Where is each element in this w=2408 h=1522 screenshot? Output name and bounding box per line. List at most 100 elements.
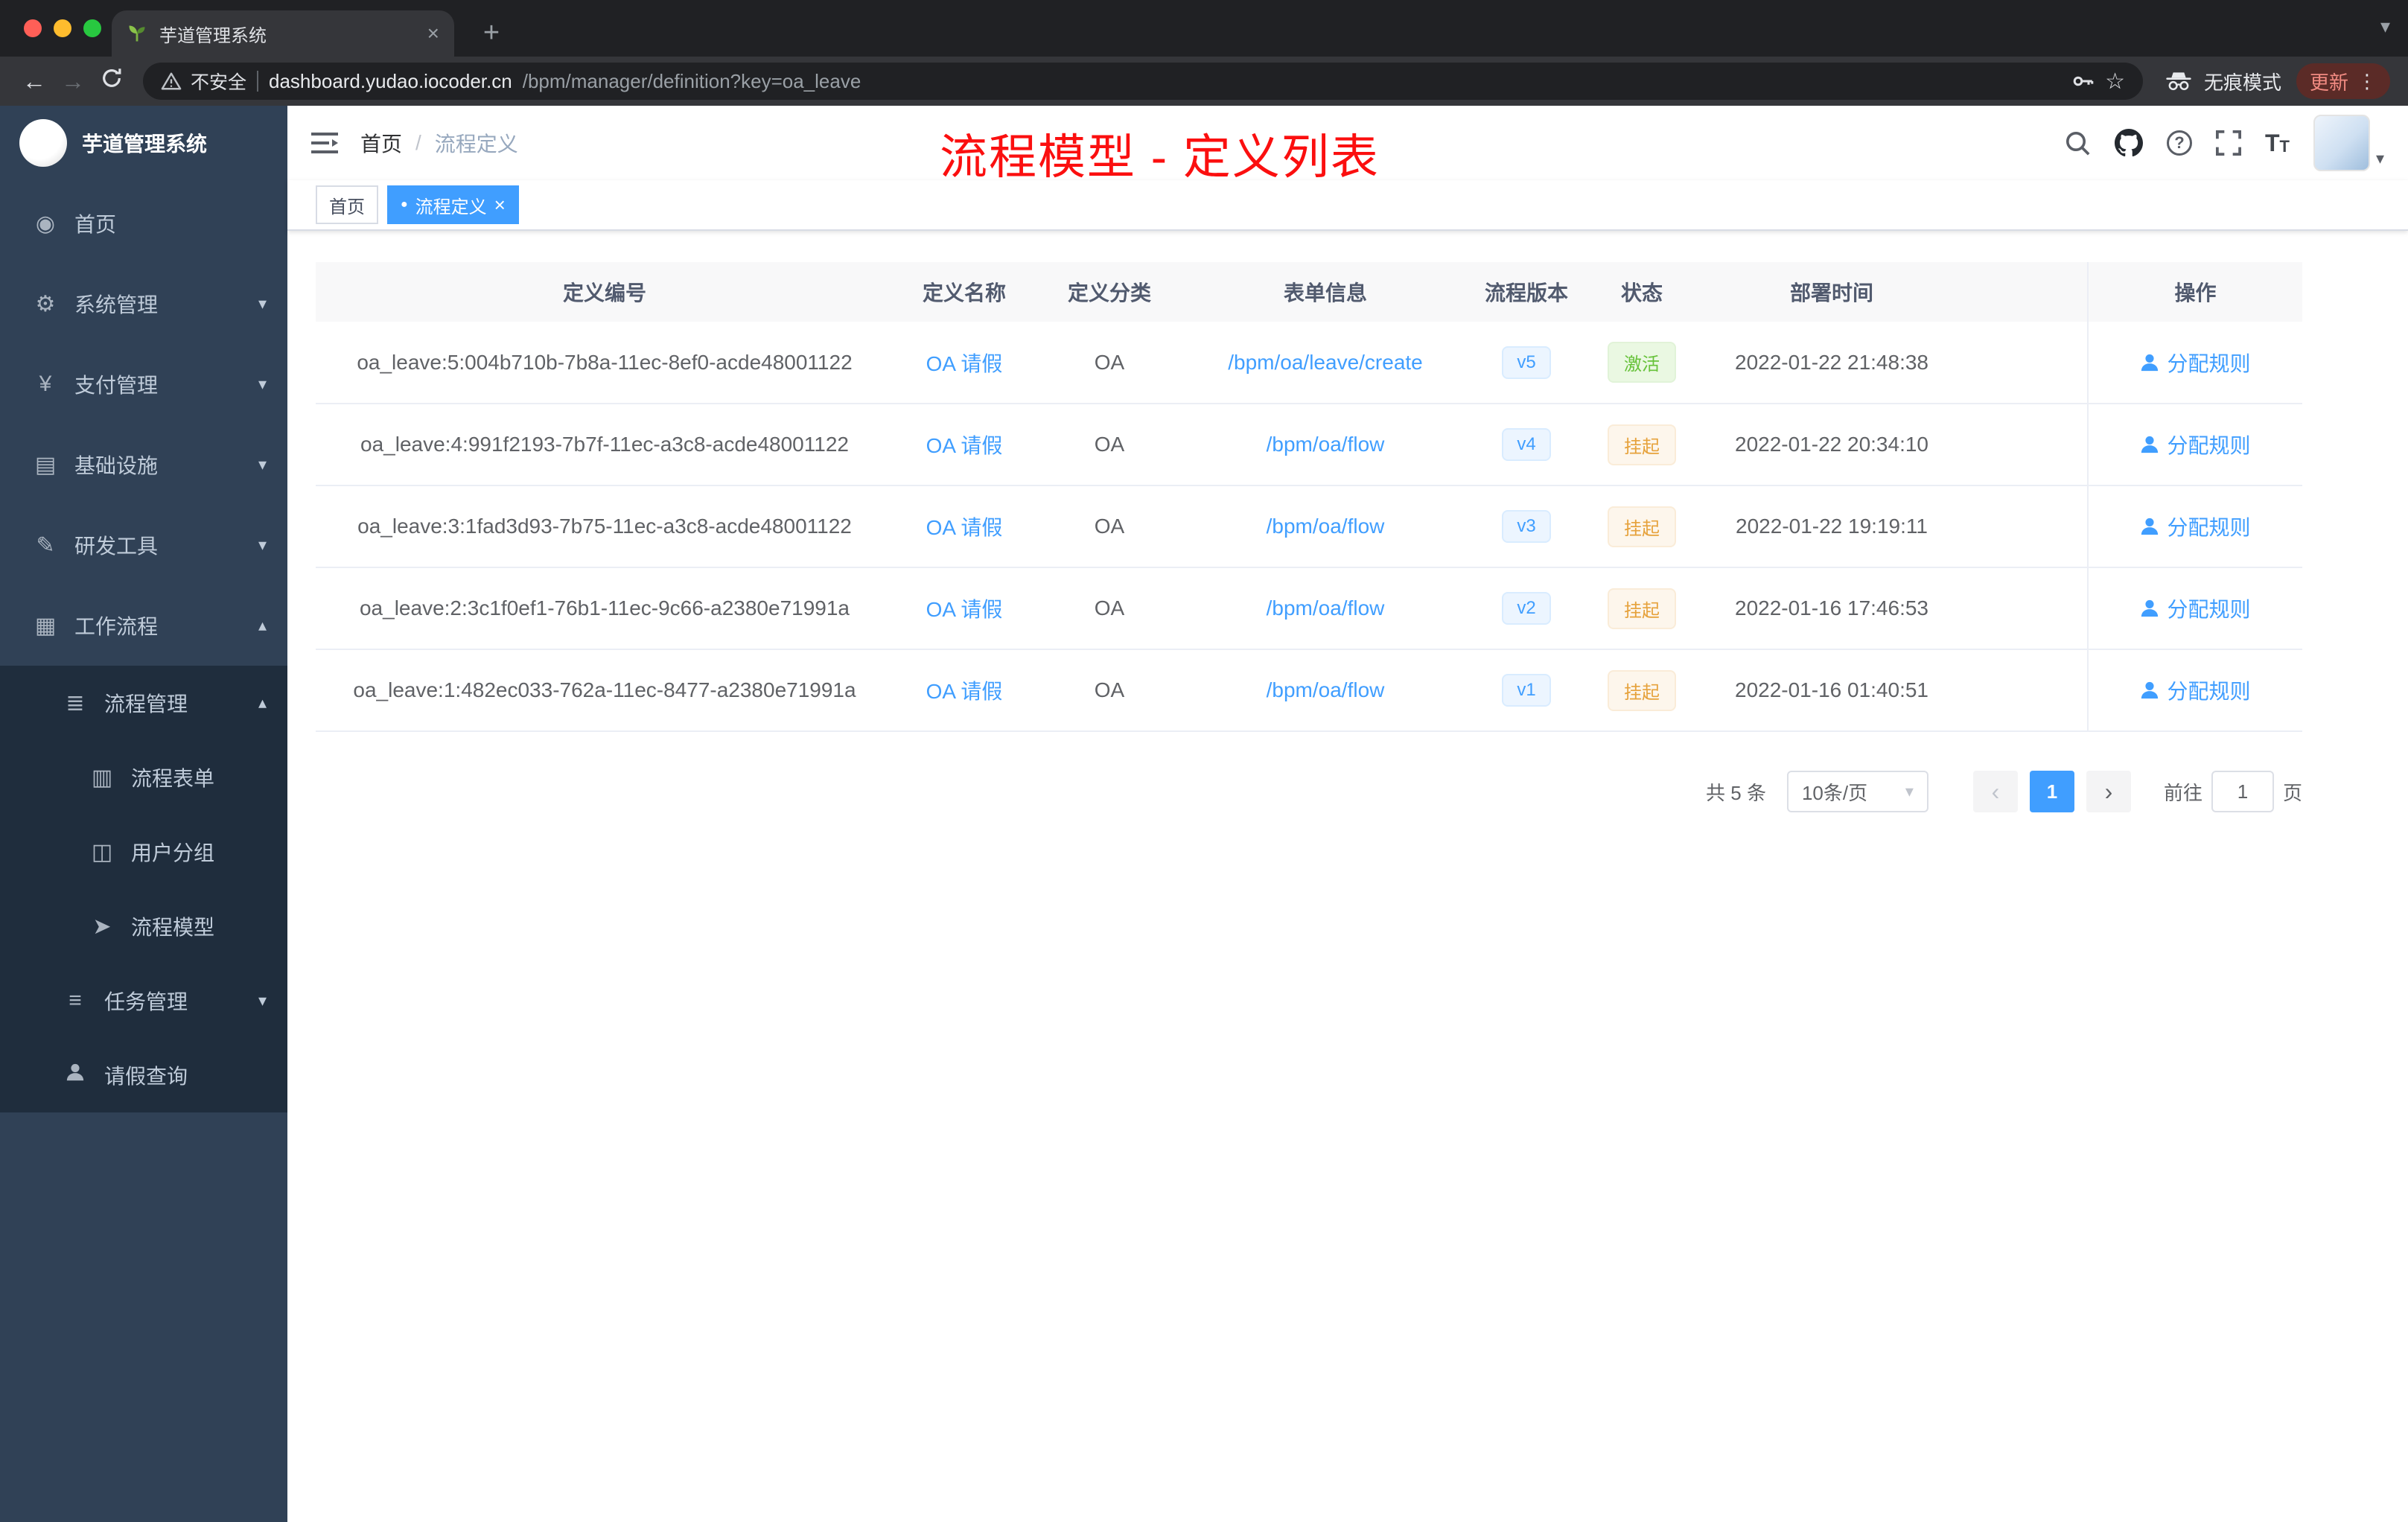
chevron-down-icon: ▾ [2375, 149, 2384, 168]
definition-name-link[interactable]: OA 请假 [926, 434, 1003, 457]
form-link[interactable]: /bpm/oa/flow [1267, 433, 1385, 456]
chevron-down-icon: ▾ [1905, 782, 1914, 800]
assign-rule-link[interactable]: 分配规则 [2140, 593, 2251, 623]
table-row: oa_leave:5:004b710b-7b8a-11ec-8ef0-acde4… [316, 322, 2302, 404]
page-annotation: 流程模型 - 定义列表 [940, 130, 1380, 184]
status-badge: 挂起 [1608, 424, 1676, 465]
chevron-down-icon: ▾ [258, 535, 267, 554]
spacer-cell [1966, 485, 2088, 568]
back-button[interactable]: ← [15, 68, 54, 95]
next-page-button[interactable]: › [2086, 771, 2131, 812]
dev-tools-icon: ✎ [36, 532, 55, 558]
goto-page-input[interactable] [2211, 771, 2274, 812]
definition-category: OA [1035, 404, 1184, 486]
url-domain: dashboard.yudao.iocoder.cn [269, 69, 512, 92]
definition-name-link[interactable]: OA 请假 [926, 680, 1003, 703]
breadcrumb-separator: / [415, 131, 421, 154]
reload-button[interactable] [92, 67, 131, 95]
definition-name-link[interactable]: OA 请假 [926, 598, 1003, 621]
tab-search-caret-icon[interactable]: ▾ [2380, 15, 2390, 38]
form-link[interactable]: /bpm/oa/flow [1267, 515, 1385, 538]
form-link[interactable]: /bpm/oa/leave/create [1228, 351, 1423, 374]
dashboard-icon: ◉ [35, 211, 56, 236]
version-badge: v5 [1502, 346, 1551, 379]
form-link[interactable]: /bpm/oa/flow [1267, 678, 1385, 701]
sidebar-item-user-group[interactable]: ◫ 用户分组 [0, 815, 287, 889]
close-window-button[interactable] [24, 19, 42, 37]
sidebar-toggle-button[interactable] [311, 132, 338, 154]
tag-process-definition[interactable]: ● 流程定义 × [387, 185, 519, 224]
app-title: 芋道管理系统 [82, 133, 208, 156]
sidebar-logo[interactable]: 芋道管理系统 [0, 106, 287, 180]
incognito-badge: 无痕模式 [2164, 68, 2281, 95]
deploy-time: 2022-01-22 20:34:10 [1698, 404, 1966, 486]
assign-rule-link[interactable]: 分配规则 [2140, 430, 2251, 459]
definition-name-link[interactable]: OA 请假 [926, 516, 1003, 539]
assign-rule-link[interactable]: 分配规则 [2140, 512, 2251, 541]
incognito-icon [2166, 72, 2191, 91]
sidebar-item-payment-management[interactable]: ¥ 支付管理 ▾ [0, 344, 287, 424]
browser-update-menu-button[interactable]: 更新 ⋮ [2296, 63, 2390, 99]
definition-category: OA [1035, 485, 1184, 568]
url-path: /bpm/manager/definition?key=oa_leave [522, 69, 861, 92]
tag-close-icon[interactable]: × [494, 195, 506, 214]
tab-title: 芋道管理系统 [159, 25, 267, 46]
breadcrumb-home-link[interactable]: 首页 [360, 128, 402, 158]
sidebar-menu: ◉ 首页 ⚙ 系统管理 ▾ ¥ 支付管理 ▾ ▤ 基础设施 ▾ ✎ 研发工具 ▾ [0, 180, 287, 1112]
spacer-cell [1966, 649, 2088, 732]
definition-id: oa_leave:2:3c1f0ef1-76b1-11ec-9c66-a2380… [316, 567, 894, 650]
version-badge: v2 [1502, 592, 1551, 625]
bookmark-star-icon[interactable]: ☆ [2105, 69, 2125, 95]
url-divider [257, 71, 259, 92]
sidebar-item-workflow[interactable]: ▦ 工作流程 ▴ [0, 585, 287, 666]
page-size-select[interactable]: 10条/页 ▾ [1786, 771, 1928, 812]
definition-category: OA [1035, 322, 1184, 404]
tag-home[interactable]: 首页 [316, 185, 378, 224]
breadcrumb: 首页 / 流程定义 [360, 128, 518, 158]
help-icon[interactable]: ? [2166, 130, 2192, 156]
menu-dots-icon: ⋮ [2357, 69, 2377, 92]
browser-tab[interactable]: 芋道管理系统 × [112, 10, 454, 57]
github-icon[interactable] [2114, 129, 2143, 157]
chevron-down-icon: ▾ [258, 991, 267, 1010]
zoom-window-button[interactable] [83, 19, 101, 37]
avatar[interactable] [2313, 115, 2370, 171]
new-tab-button[interactable]: + [471, 12, 512, 54]
sidebar-item-leave-query[interactable]: 请假查询 [0, 1038, 287, 1112]
update-label: 更新 [2309, 71, 2348, 94]
tab-close-icon[interactable]: × [427, 23, 439, 44]
chevron-up-icon: ▴ [258, 616, 267, 634]
font-size-icon[interactable]: TT [2265, 131, 2290, 155]
sidebar-item-process-management[interactable]: ≣ 流程管理 ▴ [0, 666, 287, 740]
task-management-icon: ≡ [69, 988, 82, 1013]
form-link[interactable]: /bpm/oa/flow [1267, 596, 1385, 620]
definition-table: 定义编号 定义名称 定义分类 表单信息 流程版本 状态 部署时间 操作 oa_l… [316, 262, 2302, 732]
column-header-status: 状态 [1586, 262, 1698, 322]
definition-id: oa_leave:1:482ec033-762a-11ec-8477-a2380… [316, 649, 894, 732]
sidebar-item-system-management[interactable]: ⚙ 系统管理 ▾ [0, 264, 287, 344]
definition-category: OA [1035, 567, 1184, 650]
fullscreen-icon[interactable] [2215, 130, 2241, 156]
password-key-icon[interactable] [2071, 69, 2095, 93]
sidebar-item-home[interactable]: ◉ 首页 [0, 183, 287, 264]
search-icon[interactable] [2064, 130, 2091, 156]
sidebar-item-process-model[interactable]: ➤ 流程模型 [0, 889, 287, 964]
definition-name-link[interactable]: OA 请假 [926, 352, 1003, 375]
sidebar-item-dev-tools[interactable]: ✎ 研发工具 ▾ [0, 505, 287, 585]
pagination-total: 共 5 条 [1706, 781, 1766, 804]
process-model-icon: ➤ [92, 914, 112, 939]
address-bar[interactable]: 不安全 dashboard.yudao.iocoder.cn/bpm/manag… [143, 63, 2143, 100]
gear-icon: ⚙ [35, 291, 56, 316]
spacer-cell [1966, 322, 2088, 404]
sidebar-item-task-management[interactable]: ≡ 任务管理 ▾ [0, 964, 287, 1038]
minimize-window-button[interactable] [54, 19, 71, 37]
chevron-up-icon: ▴ [258, 693, 267, 712]
assign-rule-link[interactable]: 分配规则 [2140, 675, 2251, 705]
assign-rule-link[interactable]: 分配规则 [2140, 348, 2251, 378]
table-row: oa_leave:1:482ec033-762a-11ec-8477-a2380… [316, 649, 2302, 732]
page-1-button[interactable]: 1 [2029, 771, 2074, 812]
sidebar-item-process-form[interactable]: ▥ 流程表单 [0, 740, 287, 815]
sidebar-item-infrastructure[interactable]: ▤ 基础设施 ▾ [0, 424, 287, 505]
user-menu[interactable]: ▾ [2313, 115, 2384, 171]
security-status[interactable]: 不安全 [161, 68, 246, 95]
